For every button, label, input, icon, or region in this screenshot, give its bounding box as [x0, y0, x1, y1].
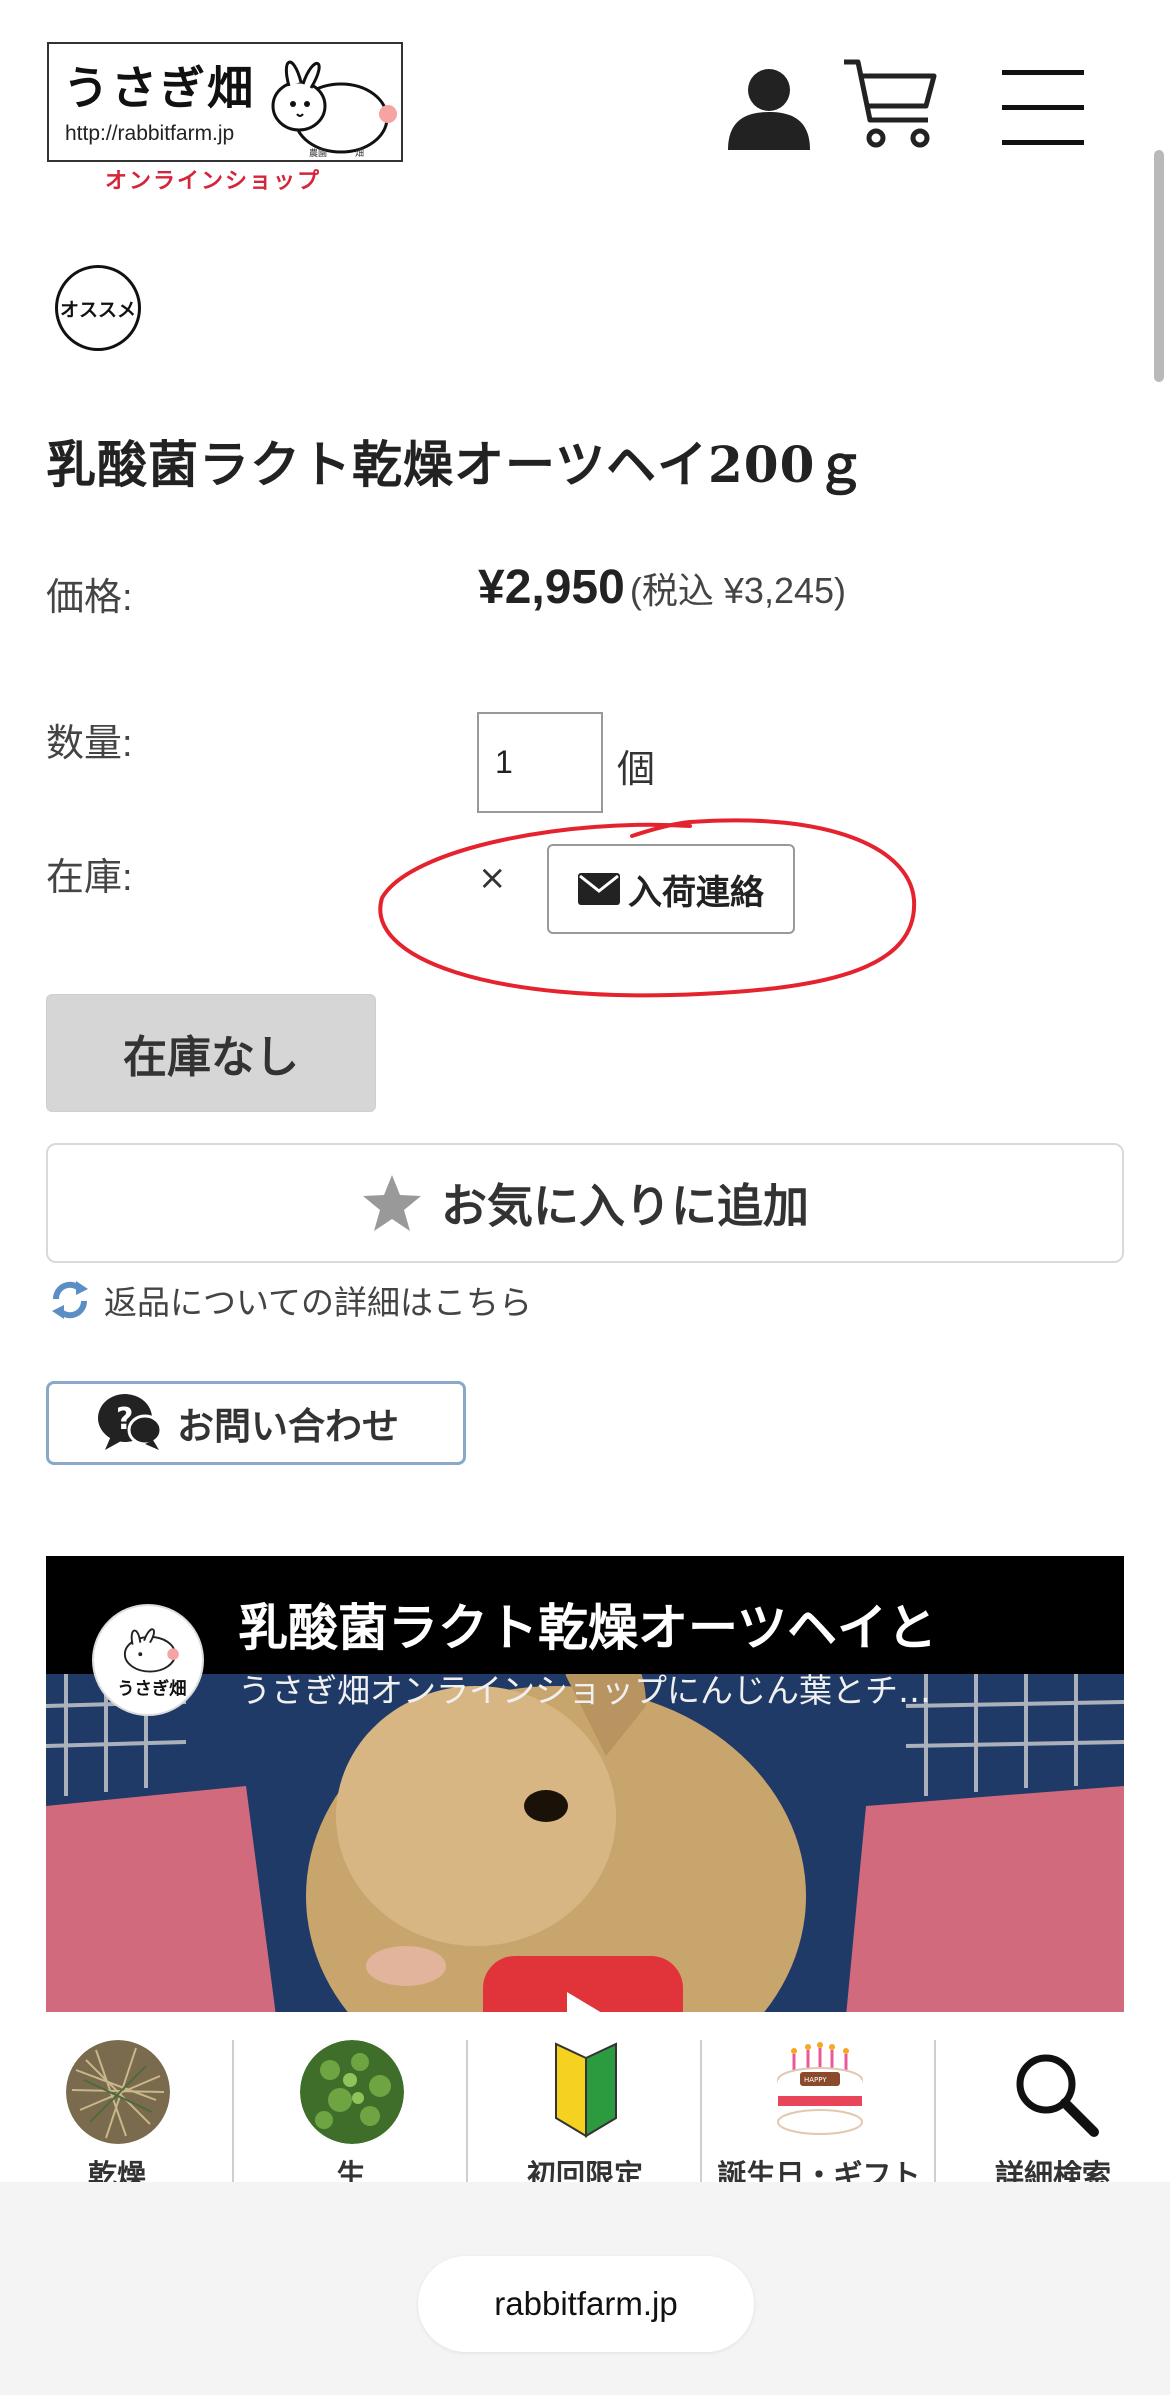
nav-item-birthday-gift[interactable]: HAPPY 誕生日・ギフト — [702, 2012, 936, 2202]
svg-text:?: ? — [116, 1402, 133, 1437]
logo-subtitle: オンラインショップ — [105, 169, 322, 194]
play-icon — [567, 1992, 607, 2016]
quantity-unit: 個 — [617, 747, 656, 791]
quantity-input[interactable] — [477, 712, 603, 813]
browser-url-bar[interactable]: rabbitfarm.jp — [418, 2256, 754, 2352]
site-header: うさぎ畑 http://rabbitfarm.jp 農園 畑 オンラインショップ — [0, 0, 1170, 200]
price-label: 価格: — [46, 577, 133, 619]
logo-title: うさぎ畑 — [63, 61, 255, 115]
dried-hay-photo — [66, 2040, 170, 2144]
logo-url: http://rabbitfarm.jp — [65, 122, 235, 145]
contact-button[interactable]: ? お問い合わせ — [46, 1381, 466, 1465]
youtube-video-embed[interactable]: うさぎ畑 乳酸菌ラクト乾燥オーツヘイと うさぎ畑オンラインショップにんじん葉とチ… — [46, 1556, 1124, 2016]
channel-avatar[interactable]: うさぎ畑 — [92, 1604, 204, 1716]
page-scrollbar[interactable] — [1154, 150, 1164, 382]
recommended-badge: オススメ — [55, 265, 141, 351]
return-policy-label: 返品についての詳細はこちら — [104, 1283, 533, 1322]
video-channel-line[interactable]: うさぎ畑オンラインショップにんじん葉とチ… — [238, 1664, 998, 1712]
svg-text:畑: 畑 — [355, 147, 364, 159]
rabbit-logo-icon: 農園 畑 — [271, 60, 397, 159]
quantity-label: 数量: — [46, 723, 133, 765]
price: ¥2,950 (税込 ¥3,245) — [478, 560, 846, 615]
add-to-favorites-label: お気に入りに追加 — [441, 1179, 809, 1233]
sold-out-button[interactable]: 在庫なし — [46, 994, 376, 1112]
product-title: 乳酸菌ラクト乾燥オーツヘイ200ｇ — [46, 435, 867, 494]
nav-item-search[interactable]: 詳細検索 — [936, 2012, 1170, 2192]
contact-label: お問い合わせ — [177, 1405, 399, 1448]
bottom-category-nav: 乾燥 生 初回限定 HAPPY 誕生日・ギフト 詳細検索 — [0, 2012, 1170, 2202]
video-title[interactable]: 乳酸菌ラクト乾燥オーツヘイと — [238, 1588, 1014, 1660]
cart-icon[interactable] — [842, 58, 938, 154]
svg-text:HAPPY: HAPPY — [804, 2076, 827, 2084]
fresh-grass-photo — [300, 2040, 404, 2144]
stock-label: 在庫: — [46, 857, 133, 899]
svg-text:農園: 農園 — [309, 147, 327, 159]
question-bubble-icon: ? — [98, 1394, 163, 1450]
refresh-icon — [52, 1281, 88, 1319]
site-logo[interactable]: うさぎ畑 http://rabbitfarm.jp 農園 畑 — [47, 42, 403, 162]
return-policy-link[interactable]: 返品についての詳細はこちら — [50, 1276, 532, 1324]
nav-item-dried[interactable]: 乾燥 — [0, 2012, 234, 2202]
star-icon — [363, 1175, 421, 1231]
play-button[interactable] — [483, 1956, 683, 2016]
hamburger-menu-icon[interactable] — [1002, 68, 1084, 148]
beginner-mark-icon — [555, 2042, 617, 2138]
channel-avatar-text: うさぎ畑 — [117, 1679, 186, 1700]
price-amount: ¥2,950 — [478, 561, 625, 614]
search-icon — [1016, 2054, 1099, 2137]
birthday-cake-icon: HAPPY — [777, 2042, 863, 2135]
price-with-tax: (税込 ¥3,245) — [629, 570, 846, 611]
user-icon[interactable] — [726, 64, 812, 150]
add-to-favorites-button[interactable]: お気に入りに追加 — [46, 1143, 1124, 1263]
red-annotation-circle — [378, 818, 917, 998]
nav-item-fresh[interactable]: 生 — [234, 2012, 468, 2202]
nav-item-first-time[interactable]: 初回限定 — [468, 2012, 702, 2202]
